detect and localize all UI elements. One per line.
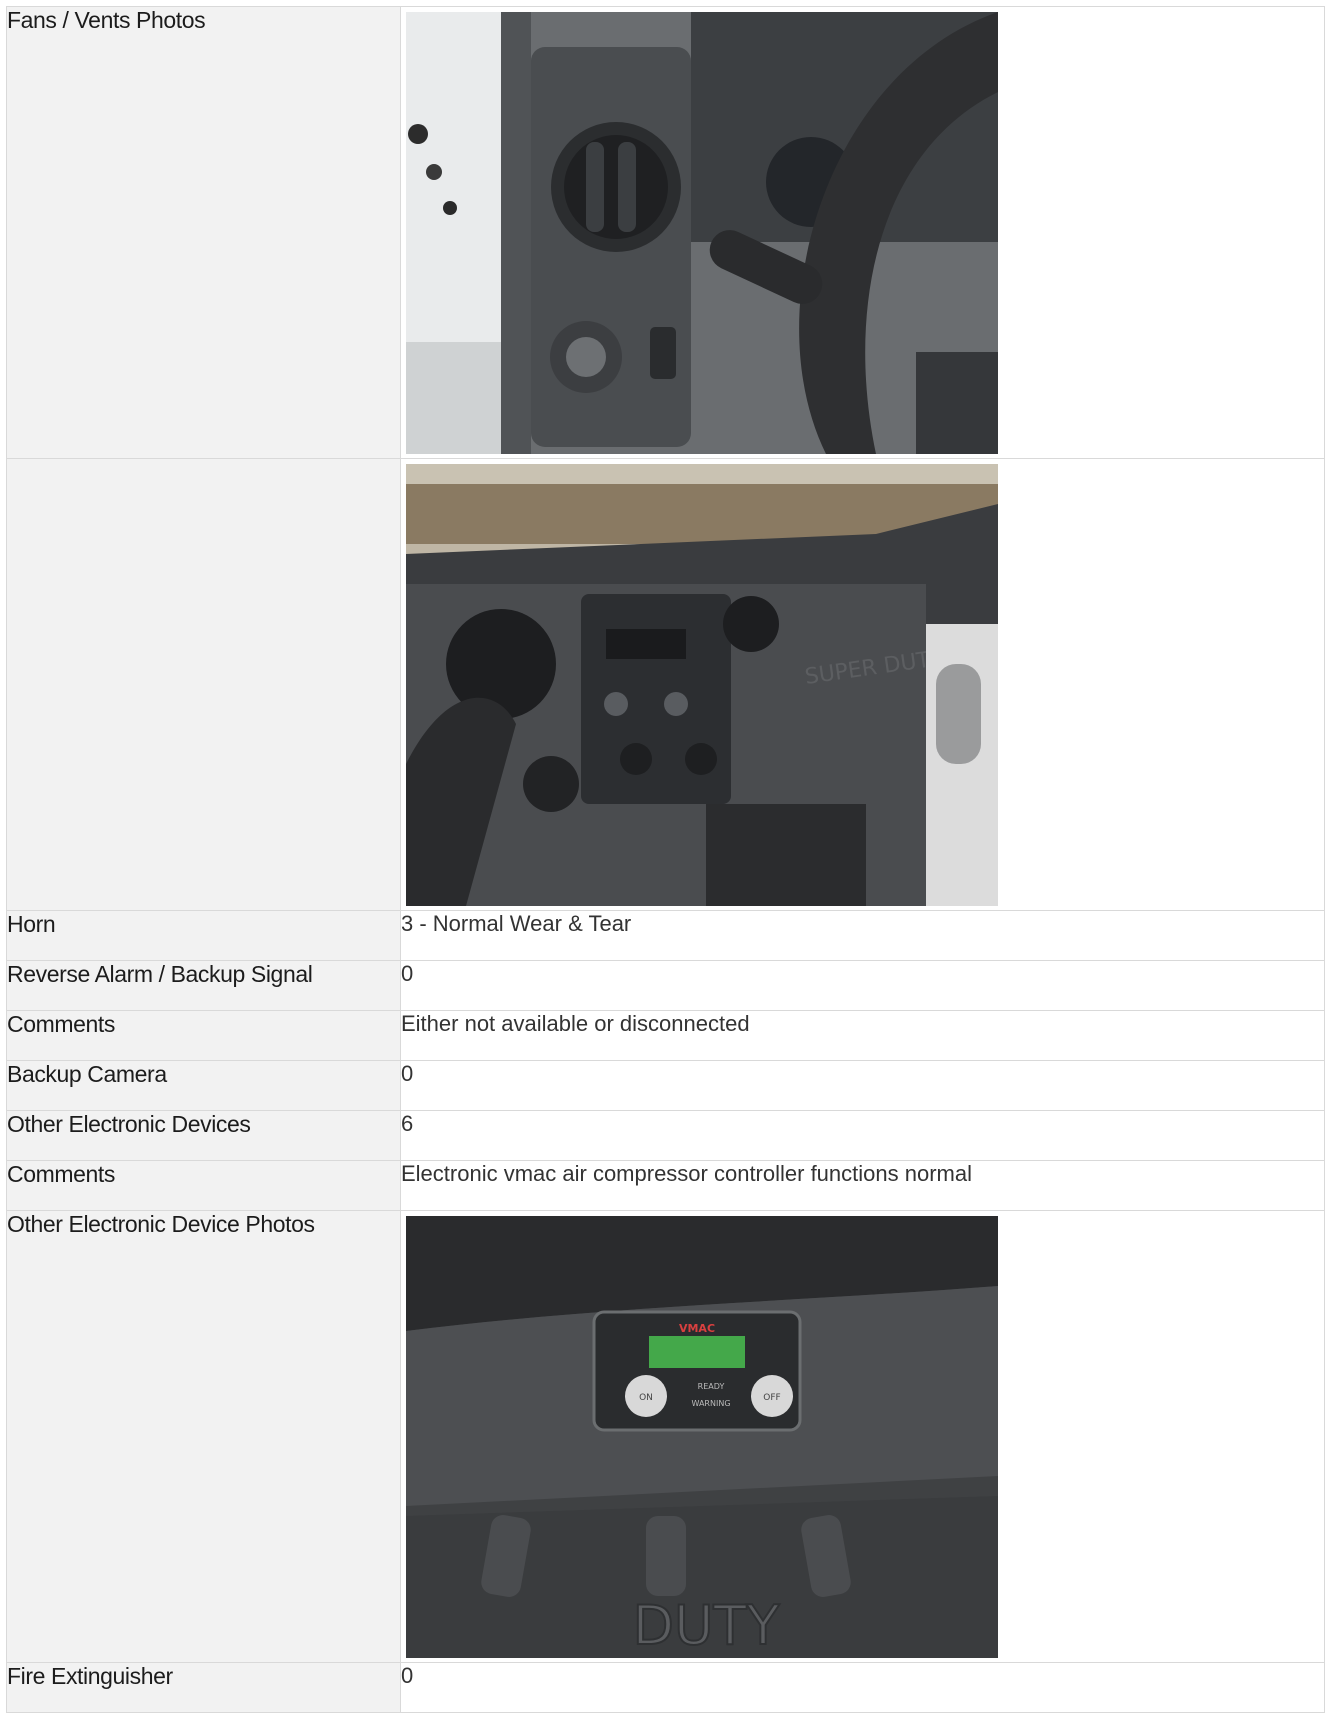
row-value: 6 (400, 1110, 1325, 1161)
table-row: Backup Camera 0 (6, 1060, 1325, 1111)
row-value: Either not available or disconnected (400, 1010, 1325, 1061)
table-row: Other Electronic Device Photos VMAC ON O… (6, 1210, 1325, 1663)
table-row: Fire Extinguisher 0 (6, 1662, 1325, 1713)
row-label: Backup Camera (6, 1060, 401, 1111)
svg-text:DUTY: DUTY (632, 1594, 780, 1657)
row-label: Other Electronic Devices (6, 1110, 401, 1161)
svg-text:READY: READY (698, 1382, 725, 1391)
row-label: Fire Extinguisher (6, 1662, 401, 1713)
center-console-photo[interactable]: SUPER DUTY (406, 464, 998, 906)
svg-text:OFF: OFF (763, 1393, 780, 1403)
row-value: Electronic vmac air compressor controlle… (400, 1160, 1325, 1211)
table-row: Other Electronic Devices 6 (6, 1110, 1325, 1161)
row-value: 0 (400, 1060, 1325, 1111)
row-label: Horn (6, 910, 401, 961)
row-label: Reverse Alarm / Backup Signal (6, 960, 401, 1011)
row-label: Fans / Vents Photos (6, 6, 401, 459)
table-row: Horn 3 - Normal Wear & Tear (6, 910, 1325, 961)
table-row: Comments Either not available or disconn… (6, 1010, 1325, 1061)
vmac-controller-photo[interactable]: VMAC ON OFF READY WARNING DUTY (406, 1216, 998, 1658)
svg-text:VMAC: VMAC (679, 1322, 715, 1335)
table-row: Comments Electronic vmac air compressor … (6, 1160, 1325, 1211)
row-label: Comments (6, 1160, 401, 1211)
inspection-table: Fans / Vents Photos SUPER DUTY Horn 3 - … (6, 6, 1325, 1713)
dashboard-vent-photo[interactable] (406, 12, 998, 454)
row-label: Other Electronic Device Photos (6, 1210, 401, 1663)
row-photo-cell: VMAC ON OFF READY WARNING DUTY (400, 1210, 1325, 1663)
table-row: Fans / Vents Photos (6, 6, 1325, 459)
table-row: Reverse Alarm / Backup Signal 0 (6, 960, 1325, 1011)
row-value: 3 - Normal Wear & Tear (400, 910, 1325, 961)
row-label (6, 458, 401, 911)
row-value: 0 (400, 1662, 1325, 1713)
svg-text:ON: ON (639, 1393, 653, 1403)
row-photo-cell: SUPER DUTY (400, 458, 1325, 911)
svg-text:WARNING: WARNING (691, 1399, 730, 1408)
row-label: Comments (6, 1010, 401, 1061)
row-photo-cell (400, 6, 1325, 459)
table-row: SUPER DUTY (6, 458, 1325, 911)
row-value: 0 (400, 960, 1325, 1011)
